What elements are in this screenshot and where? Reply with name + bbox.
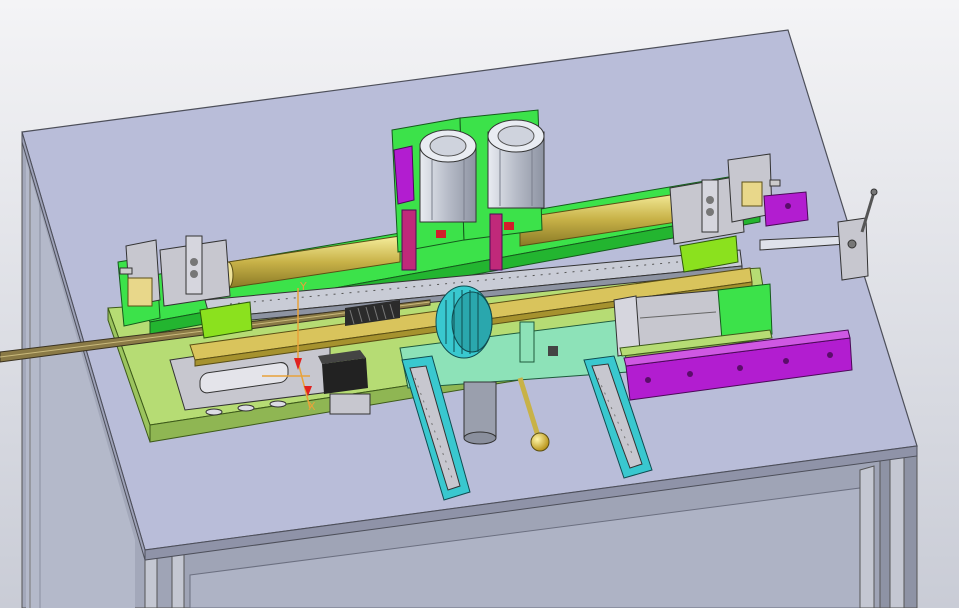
gray-base-block <box>329 393 371 415</box>
teal-wheel <box>435 285 493 359</box>
cad-viewport[interactable]: Y X <box>0 0 959 608</box>
triad-x-label: X <box>308 400 316 413</box>
pneumatic-cylinder-left <box>419 129 477 223</box>
gray-shaft <box>463 381 497 445</box>
triad-y-label: Y <box>299 280 307 293</box>
black-block <box>318 350 368 394</box>
pneumatic-cylinder-right <box>487 119 545 209</box>
